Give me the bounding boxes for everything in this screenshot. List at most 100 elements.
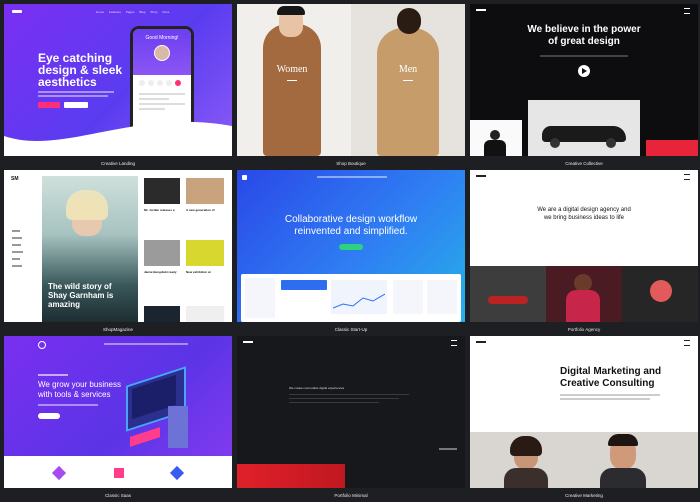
team-photo	[470, 432, 698, 488]
cta-button[interactable]	[339, 244, 363, 250]
article-image[interactable]	[186, 178, 224, 204]
play-button[interactable]	[578, 65, 590, 77]
top-nav	[317, 176, 387, 178]
portfolio-image[interactable]	[546, 266, 622, 322]
tile-caption[interactable]: Creative Marketing	[470, 490, 698, 501]
hero-headline: Collaborative design workflow reinvented…	[237, 214, 465, 238]
primary-button[interactable]	[38, 102, 60, 108]
top-nav	[104, 343, 188, 345]
tile-portfolio-minimal[interactable]: We create memorable digital experiences …	[237, 336, 465, 502]
headline-line: of great design	[548, 36, 620, 47]
menu-icon[interactable]	[684, 174, 690, 180]
headline-line: aesthetics	[38, 75, 97, 89]
tile-caption[interactable]: Portfolio Minimal	[237, 490, 465, 501]
headline-line: reinvented and simplified.	[294, 226, 408, 237]
wave-divider	[4, 121, 232, 156]
text-line	[289, 402, 379, 403]
logo	[242, 175, 247, 180]
tile-caption[interactable]: Creative Collective	[470, 158, 698, 169]
hero-headline: Digital Marketing and Creative Consultin…	[560, 366, 661, 390]
tile-thumbnail[interactable]: We are a digital design agency and we br…	[470, 170, 698, 322]
article-image[interactable]	[186, 306, 224, 322]
tile-creative-landing[interactable]: Home Features Pages Blog Shop Docs Eye c…	[4, 4, 232, 170]
tile-thumbnail[interactable]: We grow your business with tools & servi…	[4, 336, 232, 488]
car-image	[528, 100, 640, 156]
tile-classic-saas[interactable]: We grow your business with tools & servi…	[4, 336, 232, 502]
portfolio-image[interactable]	[470, 266, 546, 322]
portfolio-image[interactable]	[237, 464, 345, 488]
tile-caption[interactable]: Portfolio Agency	[470, 324, 698, 335]
headline-line: Collaborative design workflow	[284, 214, 418, 225]
model-head	[397, 8, 421, 34]
tile-thumbnail[interactable]: SM The wild story of Shay Garnham is ama…	[4, 170, 232, 322]
hero-text	[560, 394, 660, 396]
headline-line: We are a digital design agency and	[537, 207, 631, 213]
article-title[interactable]: A new generation of	[186, 208, 226, 212]
men-label[interactable]: Men	[377, 64, 439, 75]
menu-icon[interactable]	[684, 340, 690, 346]
tile-thumbnail[interactable]: We believe in the power of great design	[470, 4, 698, 156]
accent-block	[646, 140, 698, 156]
nav-item[interactable]: Features	[109, 10, 121, 14]
hero-headline: We are a digital design agency and we br…	[470, 206, 698, 222]
tile-thumbnail[interactable]: We create memorable digital experiences	[237, 336, 465, 488]
nav-item[interactable]: Blog	[139, 10, 145, 14]
tile-thumbnail[interactable]: Women Men	[237, 4, 465, 156]
top-bar	[241, 10, 461, 11]
article-image[interactable]	[186, 240, 224, 266]
intro-text: We create memorable digital experiences	[289, 386, 345, 390]
hero-headline[interactable]: The wild story of Shay Garnham is amazin…	[48, 282, 113, 309]
headline-line: The wild story of	[48, 282, 112, 291]
tile-thumbnail[interactable]: Collaborative design workflow reinvented…	[237, 170, 465, 322]
logo	[476, 175, 486, 177]
text-line	[289, 398, 399, 399]
cta-button[interactable]	[38, 413, 60, 419]
headline-line: We grow your business	[38, 380, 121, 389]
tile-shop-boutique[interactable]: Women Men Shop Boutique	[237, 4, 465, 170]
tile-classic-startup[interactable]: Collaborative design workflow reinvented…	[237, 170, 465, 336]
tile-creative-collective[interactable]: We believe in the power of great design …	[470, 4, 698, 170]
tile-creative-marketing[interactable]: Digital Marketing and Creative Consultin…	[470, 336, 698, 502]
scroll-indicator	[439, 448, 457, 450]
article-title[interactable]: Jamie Bengdiski ready	[144, 270, 182, 274]
article-image[interactable]	[144, 306, 180, 322]
tile-shop-magazine[interactable]: SM The wild story of Shay Garnham is ama…	[4, 170, 232, 336]
women-label[interactable]: Women	[263, 64, 321, 75]
tile-thumbnail[interactable]: Digital Marketing and Creative Consultin…	[470, 336, 698, 488]
product-image-women	[263, 24, 321, 156]
tile-caption[interactable]: Shop Boutique	[237, 158, 465, 169]
article-title[interactable]: New exhibition at	[186, 270, 226, 274]
tile-portfolio-agency[interactable]: We are a digital design agency and we br…	[470, 170, 698, 336]
hero-text	[540, 55, 628, 57]
article-image[interactable]	[144, 240, 180, 266]
feature-strip	[4, 456, 232, 488]
dashboard-mockup	[241, 274, 461, 322]
label-underline	[287, 80, 297, 81]
label-underline	[403, 80, 413, 81]
tile-thumbnail[interactable]: Home Features Pages Blog Shop Docs Eye c…	[4, 4, 232, 156]
nav-item[interactable]: Home	[96, 10, 104, 14]
secondary-button[interactable]	[64, 102, 88, 108]
hero-headline: We grow your business with tools & servi…	[38, 380, 121, 400]
tile-caption[interactable]: Creative Landing	[4, 158, 232, 169]
text-line	[289, 394, 409, 395]
nav-item[interactable]: Shop	[150, 10, 157, 14]
nav-item[interactable]: Pages	[126, 10, 135, 14]
logo: SM	[11, 176, 19, 182]
eyebrow-text	[38, 374, 68, 376]
tile-caption[interactable]: Classic Start-Up	[237, 324, 465, 335]
logo	[243, 341, 253, 343]
nav-item[interactable]: Docs	[162, 10, 169, 14]
portfolio-image[interactable]	[622, 266, 698, 322]
avatar	[154, 45, 170, 61]
logo	[38, 341, 46, 349]
headline-line: We believe in the power	[527, 24, 641, 35]
article-title[interactable]: Mr. Jordan releases a	[144, 208, 182, 212]
tile-caption[interactable]: Classic Saas	[4, 490, 232, 501]
article-image[interactable]	[144, 178, 180, 204]
menu-icon[interactable]	[451, 340, 457, 346]
headline-line: amazing	[48, 300, 81, 309]
hero-headline: Eye catching design & sleek aesthetics	[38, 52, 122, 88]
menu-icon[interactable]	[684, 8, 690, 14]
tile-caption[interactable]: ShopMagazine	[4, 324, 232, 335]
